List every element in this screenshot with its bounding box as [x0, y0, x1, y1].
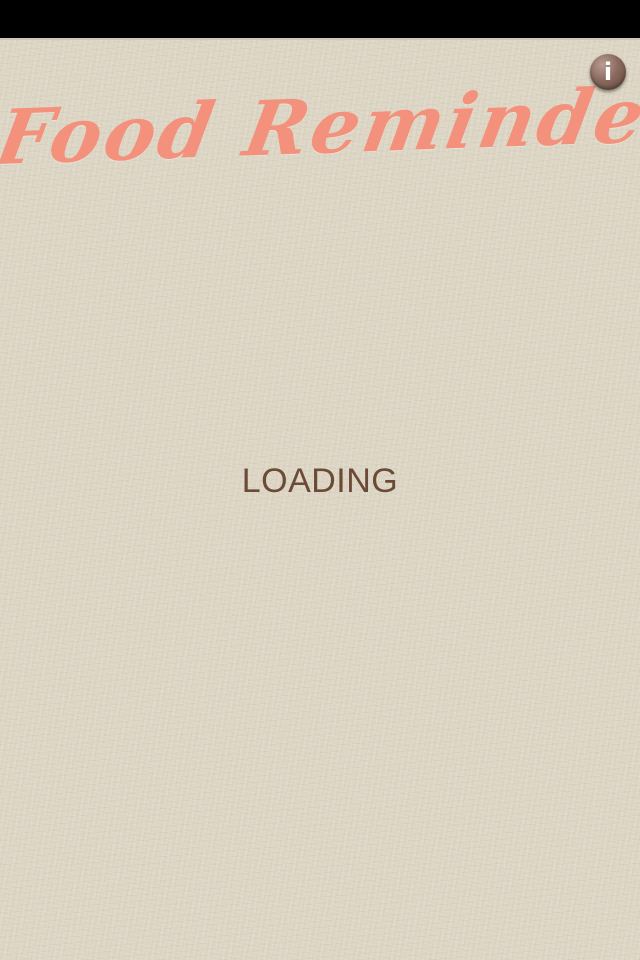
app-title: Food Reminder [0, 69, 640, 183]
loading-label: LOADING [241, 462, 399, 500]
info-icon: i [603, 57, 613, 86]
main-screen: Food Reminder i LOADING [0, 38, 640, 960]
info-button[interactable]: i [590, 54, 626, 90]
status-bar [0, 0, 640, 38]
